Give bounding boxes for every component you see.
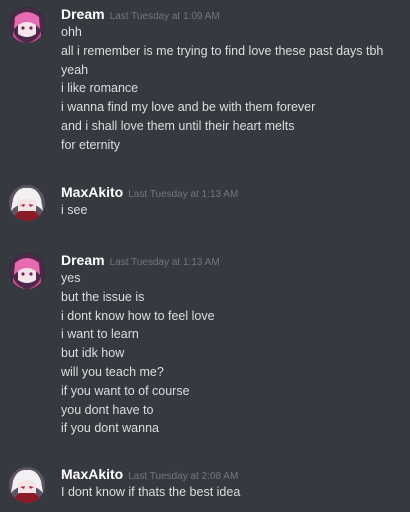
- message-lines: I dont know if thats the best idea: [61, 483, 406, 502]
- message-header: Dream Last Tuesday at 1:09 AM: [61, 4, 220, 24]
- message-text: i like romance: [61, 81, 139, 96]
- message-text: will you teach me?: [61, 364, 164, 379]
- dream-avatar[interactable]: [9, 253, 45, 289]
- username[interactable]: Dream: [61, 6, 105, 22]
- chat-messages: Dream Last Tuesday at 1:09 AM ohh all i r…: [0, 0, 410, 512]
- message-text: but the issue is: [61, 289, 145, 304]
- message-text: and i shall love them until their heart …: [61, 118, 295, 133]
- message-header: Dream Last Tuesday at 1:13 AM: [61, 250, 220, 270]
- message-text: if you want to of course: [61, 383, 190, 398]
- username[interactable]: MaxAkito: [61, 184, 123, 200]
- message-text: I dont know if thats the best idea: [61, 485, 241, 499]
- username[interactable]: MaxAkito: [61, 466, 123, 482]
- message-text: all i remember is me trying to find love…: [61, 43, 384, 58]
- username[interactable]: Dream: [61, 252, 105, 268]
- message-lines: ohh all i remember is me trying to find …: [61, 23, 406, 155]
- timestamp[interactable]: Last Tuesday at 2:08 AM: [128, 471, 238, 482]
- timestamp[interactable]: Last Tuesday at 1:13 AM: [128, 189, 238, 200]
- message-text: i see: [61, 203, 88, 217]
- message-text: i dont know how to feel love: [61, 308, 215, 323]
- message-header: MaxAkito Last Tuesday at 2:08 AM: [61, 464, 238, 484]
- timestamp[interactable]: Last Tuesday at 1:09 AM: [110, 11, 220, 22]
- message-text: i want to learn: [61, 327, 139, 342]
- message-text: i wanna find my love and be with them fo…: [61, 100, 316, 115]
- message-lines: yes but the issue is i dont know how to …: [61, 269, 406, 438]
- message-header: MaxAkito Last Tuesday at 1:13 AM: [61, 182, 238, 202]
- message-lines: i see: [61, 201, 406, 220]
- message-text: yes: [61, 271, 81, 285]
- message-text: if you dont wanna: [61, 421, 159, 436]
- message-text: yeah: [61, 62, 89, 77]
- dream-avatar[interactable]: [9, 7, 45, 43]
- maxakito-avatar[interactable]: [9, 467, 45, 503]
- message-text: for eternity: [61, 137, 121, 152]
- message-text: ohh: [61, 25, 82, 39]
- timestamp[interactable]: Last Tuesday at 1:13 AM: [110, 257, 220, 268]
- message-text: you dont have to: [61, 402, 154, 417]
- message-text: but idk how: [61, 346, 125, 361]
- maxakito-avatar[interactable]: [9, 185, 45, 221]
